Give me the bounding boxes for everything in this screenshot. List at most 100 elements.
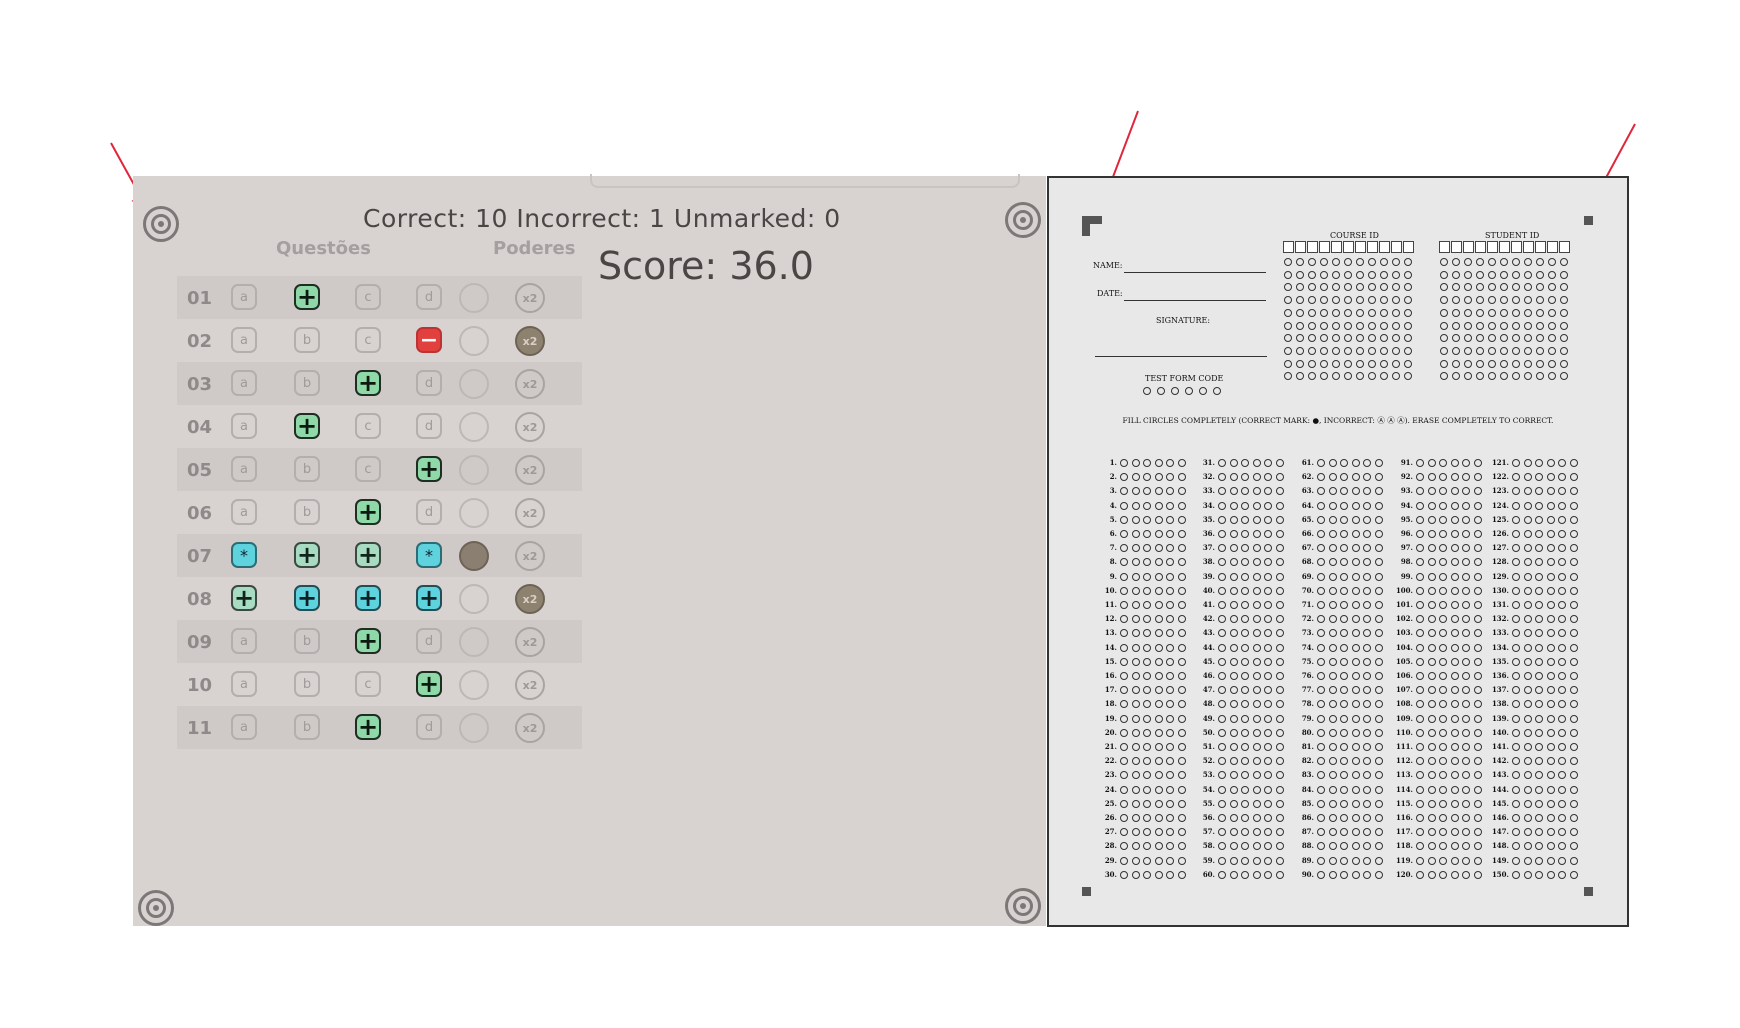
answer-bubble: [1439, 586, 1447, 595]
multi-plus-mark-icon[interactable]: +: [355, 584, 381, 612]
id-bubble: [1380, 372, 1388, 381]
corner-mark-icon: [1584, 216, 1593, 225]
power-slot-icon[interactable]: [459, 541, 489, 571]
option-d[interactable]: d: [416, 628, 442, 654]
option-c[interactable]: c: [355, 327, 381, 353]
id-bubble: [1368, 359, 1376, 368]
id-bubble: [1296, 359, 1304, 368]
id-digit-box: [1511, 241, 1522, 253]
plus-mark-icon[interactable]: +: [231, 584, 257, 612]
correct-mark-icon[interactable]: +: [294, 284, 320, 310]
answer-bubble: [1241, 757, 1249, 766]
correct-mark-icon[interactable]: +: [416, 671, 442, 697]
option-d[interactable]: d: [416, 499, 442, 525]
option-c[interactable]: c: [355, 413, 381, 439]
correct-mark-icon[interactable]: +: [355, 370, 381, 396]
power-slot-icon[interactable]: [459, 455, 489, 485]
question-label: 17.: [1104, 685, 1117, 695]
option-a[interactable]: a: [231, 671, 257, 697]
id-bubble: [1440, 283, 1448, 292]
double-power-icon[interactable]: x2: [515, 455, 545, 485]
option-b[interactable]: b: [294, 714, 320, 740]
option-c[interactable]: c: [355, 284, 381, 310]
answer-bubble: [1512, 799, 1520, 808]
answer-bubble: [1558, 459, 1566, 467]
option-a[interactable]: a: [231, 327, 257, 353]
power-slot-icon[interactable]: [459, 670, 489, 700]
answer-bubble: [1252, 487, 1261, 496]
answer-bubble: [1177, 544, 1186, 553]
option-d[interactable]: d: [416, 714, 442, 740]
answer-bubble: [1229, 870, 1238, 879]
double-power-icon[interactable]: x2: [515, 670, 545, 700]
double-power-icon[interactable]: x2: [515, 283, 545, 313]
option-d[interactable]: d: [416, 284, 442, 310]
answer-bubble: [1229, 714, 1238, 723]
id-bubble: [1524, 346, 1532, 355]
option-a[interactable]: a: [231, 413, 257, 439]
answer-bubble: [1166, 842, 1174, 851]
power-slot-icon[interactable]: [459, 412, 489, 442]
option-b[interactable]: b: [294, 671, 320, 697]
double-power-icon[interactable]: x2: [515, 584, 545, 614]
double-power-icon[interactable]: x2: [515, 627, 545, 657]
option-a[interactable]: a: [231, 284, 257, 310]
option-a[interactable]: a: [231, 628, 257, 654]
multi-mark-icon[interactable]: *: [416, 542, 442, 568]
option-b[interactable]: b: [294, 327, 320, 353]
question-label: 107.: [1395, 685, 1413, 695]
answer-bubble: [1252, 714, 1261, 723]
option-a[interactable]: a: [231, 456, 257, 482]
correct-mark-icon[interactable]: +: [355, 628, 381, 654]
correct-mark-icon[interactable]: +: [355, 714, 381, 740]
power-slot-icon[interactable]: [459, 283, 489, 313]
question-label: 60.: [1202, 869, 1215, 879]
id-bubble: [1464, 258, 1472, 266]
answer-bubble: [1131, 530, 1140, 538]
answer-bubble: [1143, 459, 1151, 467]
correct-mark-icon[interactable]: +: [294, 413, 320, 439]
multi-mark-icon[interactable]: *: [231, 542, 257, 568]
double-power-icon[interactable]: x2: [515, 498, 545, 528]
correct-mark-icon[interactable]: +: [416, 456, 442, 482]
answer-bubble: [1450, 459, 1459, 467]
option-c[interactable]: c: [355, 671, 381, 697]
answer-bubble: [1166, 870, 1174, 879]
question-label: 91.: [1400, 458, 1413, 467]
plus-mark-icon[interactable]: +: [294, 541, 320, 569]
power-slot-icon[interactable]: [459, 627, 489, 657]
option-b[interactable]: b: [294, 628, 320, 654]
question-label: 80.: [1301, 727, 1314, 737]
option-b[interactable]: b: [294, 370, 320, 396]
multi-plus-mark-icon[interactable]: +: [416, 584, 442, 612]
power-slot-icon[interactable]: [459, 369, 489, 399]
plus-mark-icon[interactable]: +: [355, 541, 381, 569]
multi-plus-mark-icon[interactable]: +: [294, 584, 320, 612]
double-power-icon[interactable]: x2: [515, 541, 545, 571]
answer-bubble: [1569, 558, 1578, 567]
double-power-icon[interactable]: x2: [515, 369, 545, 399]
answer-bubble: [1374, 586, 1383, 595]
answer-bubble: [1535, 870, 1543, 879]
correct-mark-icon[interactable]: +: [355, 499, 381, 525]
answer-bubble: [1427, 771, 1436, 780]
incorrect-mark-icon[interactable]: −: [416, 327, 442, 353]
answer-bubble: [1473, 487, 1482, 496]
option-a[interactable]: a: [231, 714, 257, 740]
option-a[interactable]: a: [231, 370, 257, 396]
double-power-icon[interactable]: x2: [515, 326, 545, 356]
option-d[interactable]: d: [416, 370, 442, 396]
option-b[interactable]: b: [294, 456, 320, 482]
option-c[interactable]: c: [355, 456, 381, 482]
power-slot-icon[interactable]: [459, 498, 489, 528]
power-slot-icon[interactable]: [459, 713, 489, 743]
power-slot-icon[interactable]: [459, 584, 489, 614]
question-label: 111.: [1395, 742, 1413, 751]
option-d[interactable]: d: [416, 413, 442, 439]
option-a[interactable]: a: [231, 499, 257, 525]
option-b[interactable]: b: [294, 499, 320, 525]
power-slot-icon[interactable]: [459, 326, 489, 356]
double-power-icon[interactable]: x2: [515, 412, 545, 442]
answer-bubble: [1218, 842, 1226, 851]
double-power-icon[interactable]: x2: [515, 713, 545, 743]
